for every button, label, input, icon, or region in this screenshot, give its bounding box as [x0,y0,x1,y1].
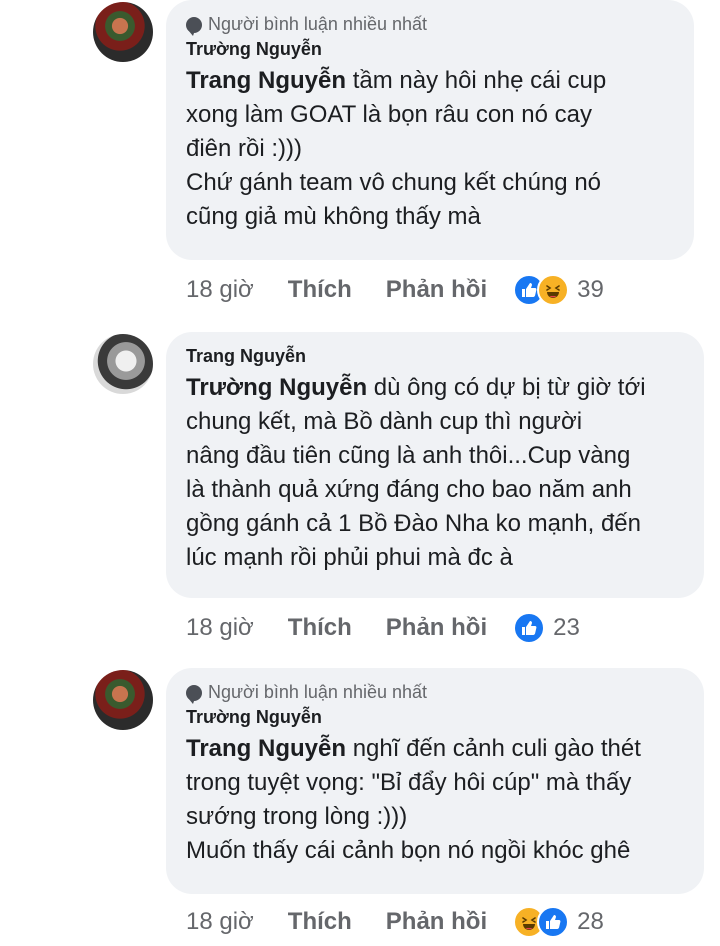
reactions-summary[interactable]: 28 [513,906,604,938]
comment-body: dù ông có dự bị từ giờ tới chung kết, mà… [186,374,646,571]
comment-text: Trường Nguyễn dù ông có dự bị từ giờ tới… [186,371,682,575]
reactions-summary[interactable]: 39 [513,274,604,306]
top-commenter-badge: Người bình luận nhiều nhất [186,682,682,704]
reaction-count: 23 [553,614,580,641]
comment-actions: 18 giờ Thích Phản hồi 28 [186,906,604,938]
comment-text: Trang Nguyễn tầm này hôi nhẹ cái cup xon… [186,64,672,234]
like-button[interactable]: Thích [288,614,352,642]
comment-actions: 18 giờ Thích Phản hồi 39 [186,274,604,306]
mention-link[interactable]: Trang Nguyễn [186,67,346,94]
comment-author[interactable]: Trang Nguyễn [186,346,682,367]
like-button[interactable]: Thích [288,276,352,304]
top-commenter-badge: Người bình luận nhiều nhất [186,14,672,36]
comment-author[interactable]: Trường Nguyễn [186,39,672,60]
avatar[interactable] [93,334,153,394]
comment-bubble: Người bình luận nhiều nhất Trường Nguyễn… [166,668,704,894]
mention-link[interactable]: Trường Nguyễn [186,374,367,401]
reaction-count: 28 [577,908,604,935]
like-reaction-icon [513,612,546,644]
comment-time[interactable]: 18 giờ [186,276,254,304]
avatar[interactable] [93,670,153,730]
like-reaction-icon [537,906,570,938]
comment-time[interactable]: 18 giờ [186,908,254,936]
comment-actions: 18 giờ Thích Phản hồi 23 [186,612,580,644]
avatar[interactable] [93,2,153,62]
reply-button[interactable]: Phản hồi [386,276,487,304]
reply-button[interactable]: Phản hồi [386,614,487,642]
reaction-count: 39 [577,276,604,303]
comment-bubble: Người bình luận nhiều nhất Trường Nguyễn… [166,0,694,260]
speech-bubble-icon [186,684,202,704]
mention-link[interactable]: Trang Nguyễn [186,735,346,762]
reply-button[interactable]: Phản hồi [386,908,487,936]
like-button[interactable]: Thích [288,908,352,936]
haha-reaction-icon [537,274,570,306]
reactions-summary[interactable]: 23 [513,612,580,644]
comment-time[interactable]: 18 giờ [186,614,254,642]
comment-bubble: Trang Nguyễn Trường Nguyễn dù ông có dự … [166,332,704,598]
badge-label: Người bình luận nhiều nhất [208,682,428,702]
badge-label: Người bình luận nhiều nhất [208,14,428,34]
comment-author[interactable]: Trường Nguyễn [186,707,682,728]
comment-text: Trang Nguyễn nghĩ đến cảnh culi gào thét… [186,732,682,868]
speech-bubble-icon [186,16,202,36]
